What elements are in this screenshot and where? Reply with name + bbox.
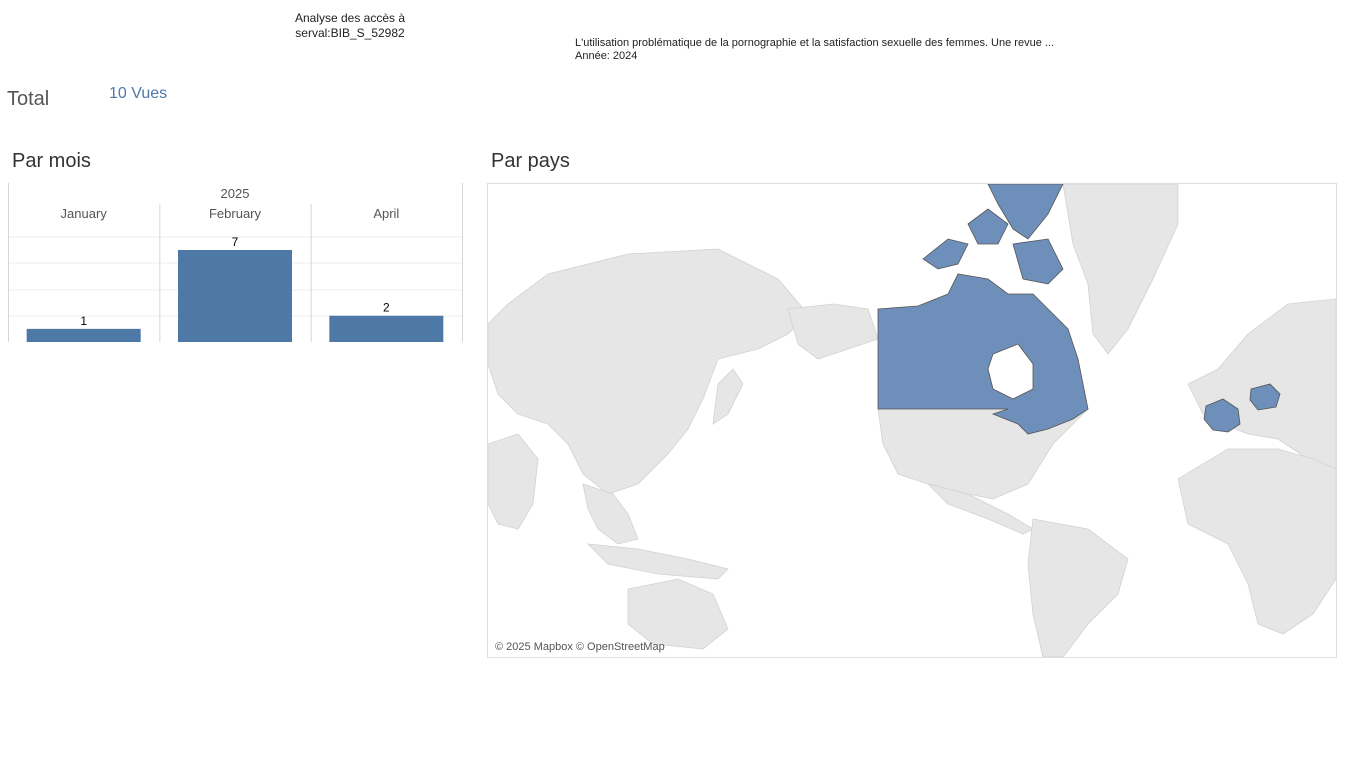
south-asia-landmass <box>488 433 539 530</box>
africa-landmass <box>1177 448 1336 635</box>
report-title-line1: Analyse des accès à <box>294 11 406 25</box>
indonesia-landmass <box>586 543 729 580</box>
report-title: Analyse des accès à serval:BIB_S_52982 <box>270 11 430 41</box>
total-label: Total <box>7 88 50 110</box>
bar-value-label-february: 7 <box>232 235 239 249</box>
by-month-title: Par mois <box>12 150 91 172</box>
report-title-line2: serval:BIB_S_52982 <box>295 26 405 40</box>
monthly-bar-chart: 2025 January 1 February 7 April 2 <box>0 180 470 350</box>
monthly-bar-chart-svg: 2025 January 1 February 7 April 2 <box>8 183 463 342</box>
month-label-april: April <box>373 206 399 221</box>
canada-arctic-islands[interactable] <box>922 238 969 270</box>
document-title: L'utilisation problématique de la pornog… <box>575 37 1055 49</box>
southeast-asia-landmass <box>582 483 639 545</box>
bar-value-label-april: 2 <box>383 301 390 315</box>
map-attribution: © 2025 Mapbox © OpenStreetMap <box>495 641 665 653</box>
australia-landmass <box>627 578 729 650</box>
bar-january[interactable] <box>26 328 141 342</box>
month-label-january: January <box>61 206 108 221</box>
canada-arctic-islands-4[interactable] <box>1012 238 1064 285</box>
total-views-value: 10 Vues <box>109 85 168 102</box>
document-info: L'utilisation problématique de la pornog… <box>575 37 1175 63</box>
world-map-svg <box>488 184 1336 657</box>
japan-landmass <box>712 368 744 425</box>
month-label-february: February <box>209 206 262 221</box>
canada-arctic-islands-2[interactable] <box>967 208 1009 245</box>
south-america-landmass <box>1027 518 1129 657</box>
alaska-landmass <box>787 303 879 360</box>
country-map[interactable]: © 2025 Mapbox © OpenStreetMap <box>487 183 1337 658</box>
bar-february[interactable] <box>178 250 292 342</box>
bar-value-label-january: 1 <box>80 314 87 328</box>
year-header: 2025 <box>221 186 250 201</box>
document-year: Année: 2024 <box>575 50 638 62</box>
greenland-landmass <box>1062 184 1179 355</box>
by-country-title: Par pays <box>491 150 570 172</box>
bar-april[interactable] <box>329 315 444 342</box>
